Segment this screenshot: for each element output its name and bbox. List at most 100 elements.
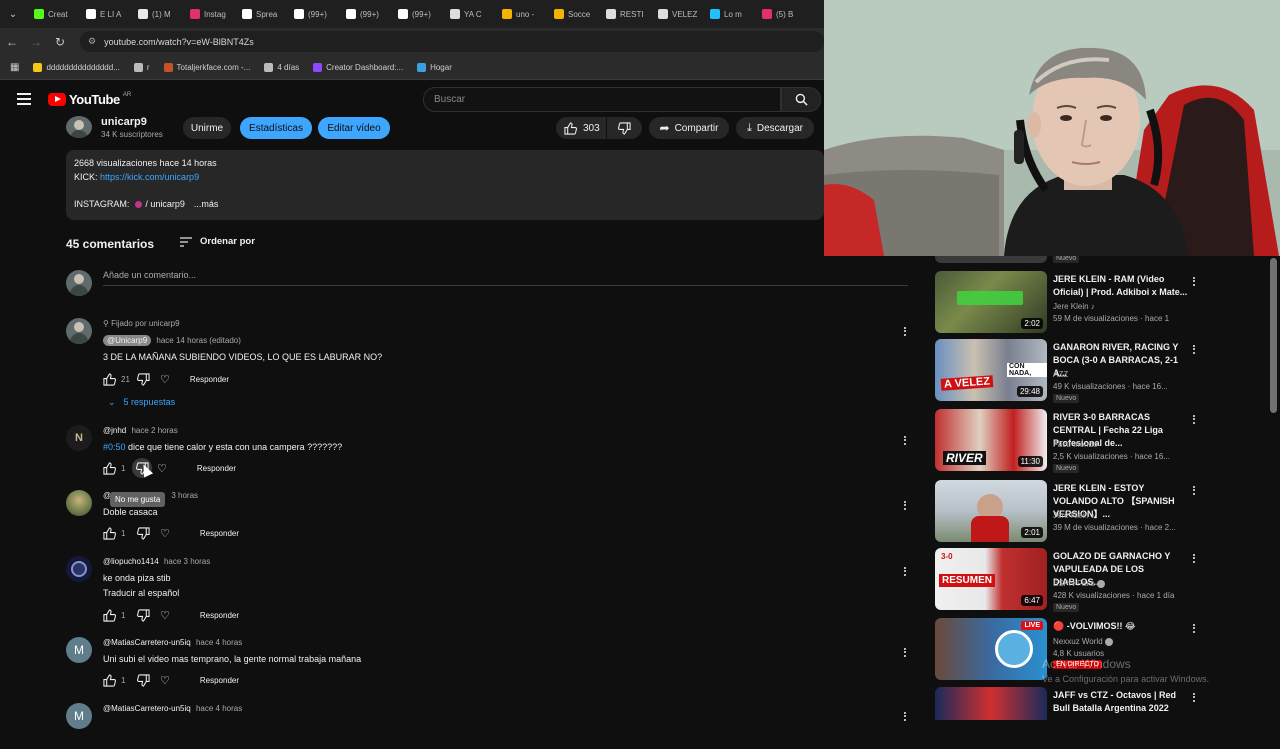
browser-tab[interactable]: VELEZ [650, 0, 702, 28]
video-thumbnail[interactable]: A VELEZ CON NADA, 29:48 [935, 339, 1047, 401]
site-info-icon[interactable]: ⚙ [88, 36, 96, 47]
browser-tab[interactable]: (99+) [286, 0, 338, 28]
timestamp-link[interactable]: #0:50 [103, 442, 126, 452]
thumbs-down-icon[interactable] [137, 608, 150, 622]
video-channel[interactable]: AZZ [1053, 370, 1068, 379]
comment-author[interactable]: @liopucho1414 [103, 557, 159, 566]
comment-author[interactable]: @jnhd [103, 426, 126, 435]
browser-tab[interactable]: (5) B [754, 0, 806, 28]
heart-icon[interactable]: ♡ [160, 527, 170, 540]
comment-avatar[interactable] [66, 318, 92, 344]
more-icon[interactable] [1193, 343, 1197, 355]
translate-link[interactable]: Traducir al español [103, 588, 179, 598]
comment-avatar[interactable]: N [66, 425, 92, 451]
like-button[interactable]: 303 [556, 117, 606, 139]
thumbs-up-icon[interactable] [103, 461, 116, 475]
reply-button[interactable]: Responder [200, 529, 239, 538]
bookmark-item[interactable]: Hogar [417, 62, 452, 72]
browser-tab[interactable]: (99+) [338, 0, 390, 28]
heart-icon[interactable]: ♡ [160, 373, 170, 386]
more-icon[interactable] [904, 325, 908, 337]
search-input[interactable]: Buscar [423, 87, 781, 112]
forward-icon[interactable]: → [24, 28, 48, 55]
heart-icon[interactable]: ♡ [160, 674, 170, 687]
more-icon[interactable] [1193, 691, 1197, 703]
heart-icon[interactable]: ♡ [160, 609, 170, 622]
comment-avatar[interactable] [66, 490, 92, 516]
reply-button[interactable]: Responder [197, 464, 236, 473]
download-button[interactable]: ⤓ Descargar [736, 117, 814, 139]
more-icon[interactable] [904, 499, 908, 511]
thumbs-up-icon[interactable] [103, 526, 116, 540]
video-item[interactable]: RIVER 11:30 RIVER 3-0 BARRACAS CENTRAL |… [935, 409, 1200, 473]
reply-button[interactable]: Responder [200, 676, 239, 685]
video-thumbnail[interactable]: RIVER 11:30 [935, 409, 1047, 471]
browser-tab[interactable]: Socce [546, 0, 598, 28]
video-thumbnail[interactable]: 2:01 [935, 480, 1047, 542]
replies-toggle[interactable]: ⌄ 5 respuestas [108, 397, 175, 408]
youtube-logo[interactable]: YouTube AR [48, 92, 131, 107]
comment-time[interactable]: hace 3 horas [164, 557, 210, 566]
more-icon[interactable] [1193, 275, 1197, 287]
video-channel[interactable]: ESPN Fans [1053, 579, 1106, 588]
video-channel[interactable]: Nexxuz World [1053, 637, 1113, 646]
edit-video-button[interactable]: Editar vídeo [318, 117, 390, 139]
video-title[interactable]: JAFF vs CTZ - Octavos | Red Bull Batalla… [1053, 689, 1189, 715]
video-channel[interactable]: Jere Klein ♪ [1053, 511, 1095, 520]
browser-tab[interactable]: (1) M [130, 0, 182, 28]
kick-link[interactable]: https://kick.com/unicarp9 [100, 172, 199, 182]
dislike-button[interactable] [607, 117, 642, 139]
more-icon[interactable] [1193, 622, 1197, 634]
browser-tab[interactable]: RESTI [598, 0, 650, 28]
bookmark-item[interactable]: Totaljerkface.com -... [163, 62, 250, 72]
channel-avatar[interactable] [66, 116, 92, 138]
more-icon[interactable] [1193, 413, 1197, 425]
comment-time[interactable]: hace 4 horas [196, 704, 242, 713]
browser-tab[interactable]: Lo m [702, 0, 754, 28]
thumbs-down-icon[interactable] [137, 526, 150, 540]
video-channel[interactable]: Jere Klein ♪ [1053, 302, 1095, 311]
reload-icon[interactable]: ↻ [48, 28, 72, 55]
heart-icon[interactable]: ♡ [157, 462, 167, 475]
video-thumbnail[interactable]: 2:02 [935, 271, 1047, 333]
browser-tab[interactable]: (99+) [390, 0, 442, 28]
video-item[interactable]: RESUMEN 3-0 6:47 GOLAZO DE GARNACHO Y VA… [935, 548, 1200, 612]
show-more-link[interactable]: ...más [194, 198, 219, 212]
share-button[interactable]: ➦ Compartir [649, 117, 729, 139]
address-bar[interactable]: ⚙ youtube.com/watch?v=eW-BlBNT4Zs [80, 31, 824, 52]
sort-button[interactable]: Ordenar por [180, 236, 255, 247]
video-thumbnail[interactable]: RESUMEN 3-0 6:47 [935, 548, 1047, 610]
description-box[interactable]: 2668 visualizaciones hace 14 horas KICK:… [66, 150, 824, 220]
browser-tab[interactable]: E LI A [78, 0, 130, 28]
more-icon[interactable] [904, 565, 908, 577]
comment-author[interactable]: @MatiasCarretero-un5iq [103, 704, 191, 713]
video-item[interactable]: A VELEZ CON NADA, 29:48 GANARON RIVER, R… [935, 339, 1200, 403]
thumbs-up-icon[interactable] [103, 372, 116, 386]
reply-button[interactable]: Responder [190, 375, 229, 384]
tab-search-button[interactable]: ⌄ [0, 0, 26, 28]
comment-avatar[interactable] [66, 556, 92, 582]
apps-icon[interactable]: ▦ [10, 62, 19, 73]
back-icon[interactable]: ← [0, 28, 24, 55]
comment-avatar[interactable]: M [66, 637, 92, 663]
video-title[interactable]: 🔴 -VOLVIMOS!! 😂 [1053, 620, 1189, 633]
browser-tab[interactable]: uno - [494, 0, 546, 28]
reply-button[interactable]: Responder [200, 611, 239, 620]
menu-icon[interactable] [17, 93, 31, 105]
join-button[interactable]: Unirme [183, 117, 231, 139]
bookmark-item[interactable]: 4 días [264, 62, 299, 72]
thumbs-up-icon[interactable] [103, 673, 116, 687]
browser-tab[interactable]: Sprea [234, 0, 286, 28]
video-channel[interactable]: Facu Iriondo [1053, 440, 1097, 449]
stats-button[interactable]: Estadísticas [240, 117, 312, 139]
bookmark-item[interactable]: Creator Dashboard:... [313, 62, 403, 72]
video-thumbnail[interactable]: LIVE [935, 618, 1047, 680]
instagram-handle[interactable]: / unicarp9 [145, 198, 185, 212]
more-icon[interactable] [1193, 552, 1197, 564]
browser-tab[interactable]: Creat [26, 0, 78, 28]
search-button[interactable] [781, 87, 821, 112]
channel-name[interactable]: unicarp9 [101, 116, 147, 128]
browser-tab[interactable]: YA C [442, 0, 494, 28]
comment-time[interactable]: hace 4 horas [196, 638, 242, 647]
video-item[interactable]: JAFF vs CTZ - Octavos | Red Bull Batalla… [935, 687, 1200, 749]
